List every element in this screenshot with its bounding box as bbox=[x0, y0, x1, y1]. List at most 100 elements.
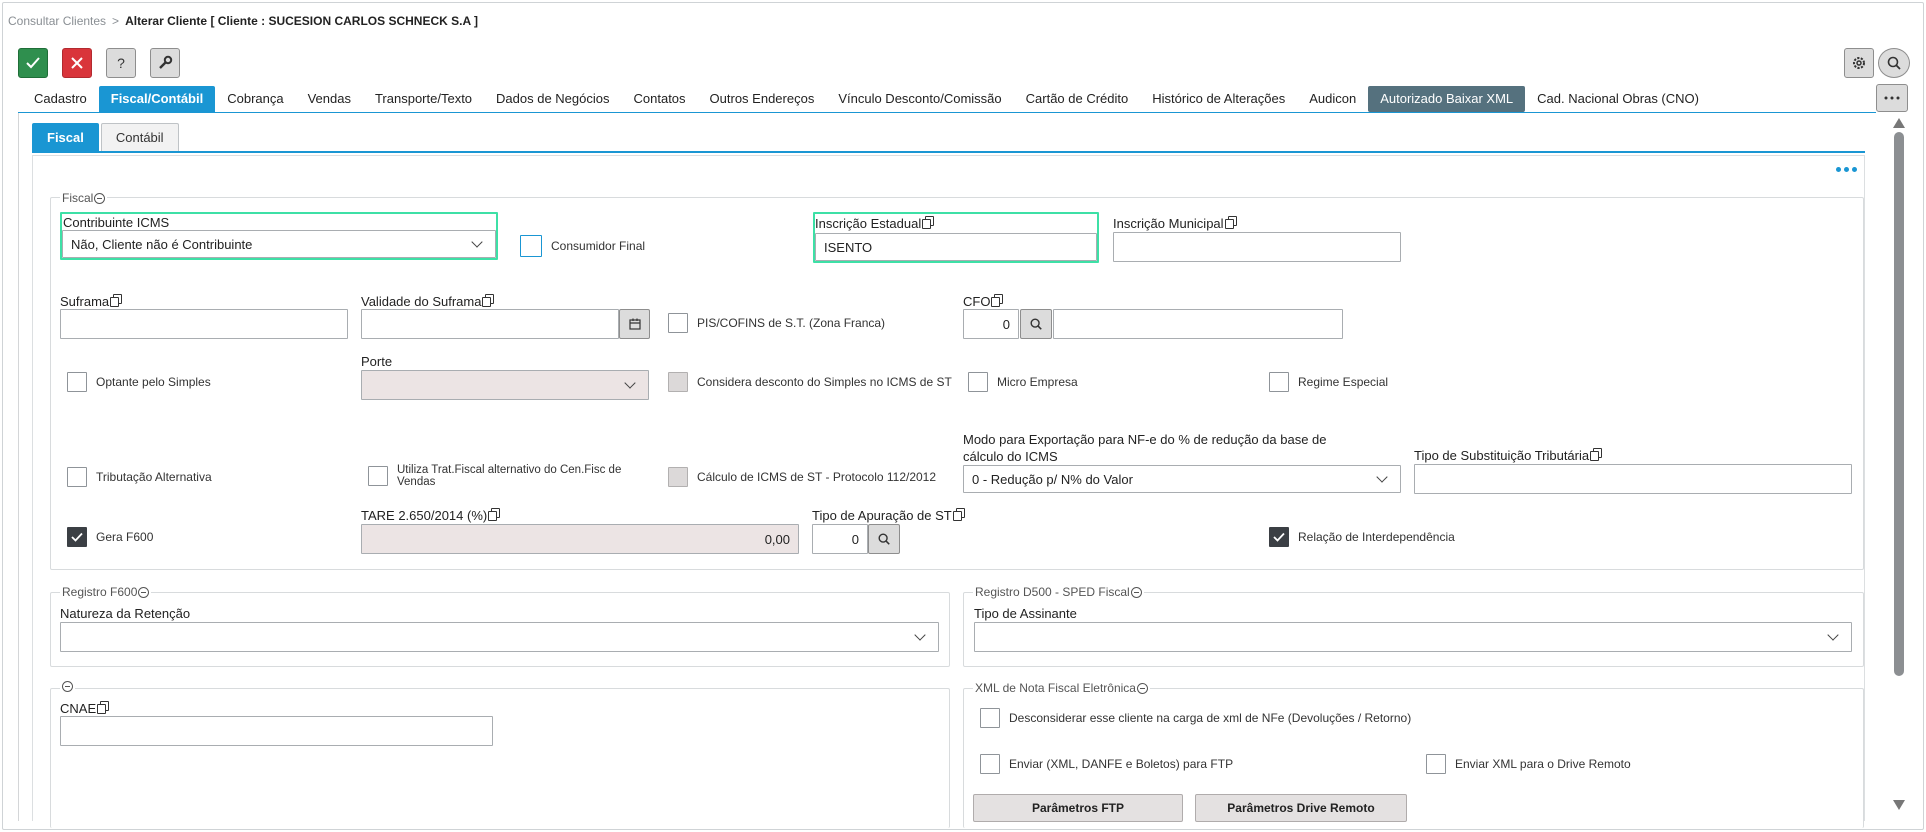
search-icon bbox=[878, 533, 890, 545]
tab-contatos[interactable]: Contatos bbox=[622, 86, 698, 112]
copy-icon[interactable] bbox=[952, 507, 965, 521]
question-icon: ? bbox=[117, 55, 125, 71]
modo-exportacao-value: 0 - Redução p/ N% do Valor bbox=[972, 471, 1133, 487]
copy-icon[interactable] bbox=[488, 507, 501, 521]
pis-cofins-checkbox[interactable] bbox=[668, 313, 688, 333]
tributacao-alternativa-checkbox[interactable] bbox=[67, 467, 87, 487]
contribuinte-label: Contribuinte ICMS bbox=[63, 215, 170, 230]
tab-outros-enderecos[interactable]: Outros Endereços bbox=[698, 86, 827, 112]
confirm-button[interactable] bbox=[18, 48, 48, 78]
inscricao-estadual-label-text: Inscrição Estadual bbox=[815, 216, 922, 231]
contribuinte-select[interactable]: Não, Cliente não é Contribuinte bbox=[62, 230, 496, 258]
tab-audicon[interactable]: Audicon bbox=[1297, 86, 1368, 112]
tipo-assinante-select[interactable] bbox=[974, 622, 1852, 652]
search-button[interactable] bbox=[1878, 48, 1910, 78]
enviar-ftp-checkbox[interactable] bbox=[980, 754, 1000, 774]
copy-icon[interactable] bbox=[110, 293, 123, 307]
breadcrumb-separator: > bbox=[112, 14, 120, 28]
porte-select[interactable] bbox=[361, 370, 649, 400]
enviar-ftp-checkbox-wrap: Enviar (XML, DANFE e Boletos) para FTP bbox=[980, 754, 1233, 774]
gera-f600-checkbox[interactable] bbox=[67, 527, 87, 547]
copy-icon[interactable] bbox=[1590, 447, 1603, 461]
regime-especial-label: Regime Especial bbox=[1298, 374, 1389, 389]
utiliza-trat-fiscal-checkbox[interactable] bbox=[368, 466, 388, 486]
tab-cartao-credito[interactable]: Cartão de Crédito bbox=[1014, 86, 1141, 112]
regime-especial-checkbox[interactable] bbox=[1269, 372, 1289, 392]
relacao-interdependencia-checkbox[interactable] bbox=[1269, 527, 1289, 547]
fiscal-legend-text: Fiscal bbox=[62, 191, 94, 205]
cnae-input[interactable] bbox=[60, 716, 493, 746]
tab-cadastro[interactable]: Cadastro bbox=[22, 86, 99, 112]
tab-vendas[interactable]: Vendas bbox=[296, 86, 363, 112]
natureza-retencao-select[interactable] bbox=[60, 622, 939, 652]
tab-cad-nacional-obras[interactable]: Cad. Nacional Obras (CNO) bbox=[1525, 86, 1711, 112]
inscricao-municipal-input[interactable] bbox=[1113, 232, 1401, 262]
tipo-substituicao-label: Tipo de Substituição Tributária bbox=[1414, 447, 1603, 463]
optante-simples-checkbox[interactable] bbox=[67, 372, 87, 392]
cfo-search-button[interactable] bbox=[1020, 309, 1052, 339]
suframa-label: Suframa bbox=[60, 293, 123, 309]
collapse-icon[interactable] bbox=[138, 586, 150, 598]
collapse-icon[interactable] bbox=[94, 192, 106, 204]
settings-button[interactable] bbox=[1844, 48, 1874, 78]
cfo-input[interactable]: 0 bbox=[963, 309, 1019, 339]
panel-options-button[interactable] bbox=[1836, 167, 1857, 172]
enviar-drive-checkbox[interactable] bbox=[1426, 754, 1446, 774]
check-icon bbox=[71, 532, 83, 542]
scroll-down-icon[interactable] bbox=[1893, 800, 1905, 810]
sub-tabs: Fiscal Contábil bbox=[32, 123, 181, 151]
copy-icon[interactable] bbox=[1224, 215, 1237, 229]
tab-vinculo-desconto[interactable]: Vínculo Desconto/Comissão bbox=[826, 86, 1013, 112]
scroll-up-icon[interactable] bbox=[1893, 118, 1905, 128]
copy-icon[interactable] bbox=[482, 293, 495, 307]
calendar-icon bbox=[628, 318, 641, 330]
tipo-apuracao-label: Tipo de Apuração de ST bbox=[812, 507, 965, 523]
tipo-apuracao-input[interactable]: 0 bbox=[812, 524, 868, 554]
parametros-drive-button[interactable]: Parâmetros Drive Remoto bbox=[1195, 794, 1407, 822]
inscricao-municipal-label-text: Inscrição Municipal bbox=[1113, 216, 1224, 231]
tab-cobranca[interactable]: Cobrança bbox=[215, 86, 295, 112]
optante-simples-label: Optante pelo Simples bbox=[96, 374, 211, 389]
cnae-group-legend bbox=[60, 681, 75, 692]
suframa-input[interactable] bbox=[60, 309, 348, 339]
tab-fiscal[interactable]: Fiscal bbox=[32, 123, 99, 151]
micro-empresa-checkbox-wrap: Micro Empresa bbox=[968, 372, 1078, 392]
collapse-icon[interactable] bbox=[1130, 586, 1142, 598]
cnae-group bbox=[50, 688, 950, 828]
tab-historico-alteracoes[interactable]: Histórico de Alterações bbox=[1140, 86, 1297, 112]
collapse-icon[interactable] bbox=[1136, 682, 1148, 694]
cfo-description-input[interactable] bbox=[1053, 309, 1343, 339]
validade-suframa-input[interactable] bbox=[361, 309, 619, 339]
considera-desconto-checkbox[interactable] bbox=[668, 372, 688, 392]
help-button[interactable]: ? bbox=[106, 48, 136, 78]
consumidor-final-label: Consumidor Final bbox=[551, 238, 646, 253]
parametros-ftp-button[interactable]: Parâmetros FTP bbox=[973, 794, 1183, 822]
inscricao-estadual-input[interactable]: ISENTO bbox=[815, 233, 1097, 261]
consumidor-final-checkbox[interactable] bbox=[520, 235, 542, 257]
tools-button[interactable] bbox=[150, 48, 180, 78]
desconsiderar-checkbox-wrap: Desconsiderar esse cliente na carga de x… bbox=[980, 708, 1411, 728]
calculo-icms-st-checkbox[interactable] bbox=[668, 467, 688, 487]
tare-input[interactable]: 0,00 bbox=[361, 524, 799, 554]
cancel-button[interactable] bbox=[62, 48, 92, 78]
tab-fiscal-contabil[interactable]: Fiscal/Contábil bbox=[98, 86, 216, 112]
modo-exportacao-select[interactable]: 0 - Redução p/ N% do Valor bbox=[963, 465, 1401, 493]
tipo-substituicao-input[interactable] bbox=[1414, 464, 1852, 494]
check-icon bbox=[1273, 532, 1285, 542]
close-icon bbox=[71, 57, 83, 69]
calendar-button[interactable] bbox=[619, 309, 650, 339]
more-tabs-button[interactable] bbox=[1876, 84, 1908, 112]
scrollbar-thumb[interactable] bbox=[1894, 132, 1904, 676]
tab-contabil[interactable]: Contábil bbox=[100, 123, 179, 151]
tab-transporte-texto[interactable]: Transporte/Texto bbox=[363, 86, 484, 112]
breadcrumb-parent-link[interactable]: Consultar Clientes bbox=[8, 14, 106, 28]
tipo-apuracao-search-button[interactable] bbox=[868, 524, 900, 554]
copy-icon[interactable] bbox=[922, 215, 935, 229]
copy-icon[interactable] bbox=[991, 293, 1004, 307]
tab-dados-negocios[interactable]: Dados de Negócios bbox=[484, 86, 621, 112]
copy-icon[interactable] bbox=[97, 700, 110, 714]
collapse-icon[interactable] bbox=[62, 681, 73, 692]
desconsiderar-checkbox[interactable] bbox=[980, 708, 1000, 728]
micro-empresa-checkbox[interactable] bbox=[968, 372, 988, 392]
tab-autorizado-baixar-xml[interactable]: Autorizado Baixar XML bbox=[1368, 86, 1526, 112]
